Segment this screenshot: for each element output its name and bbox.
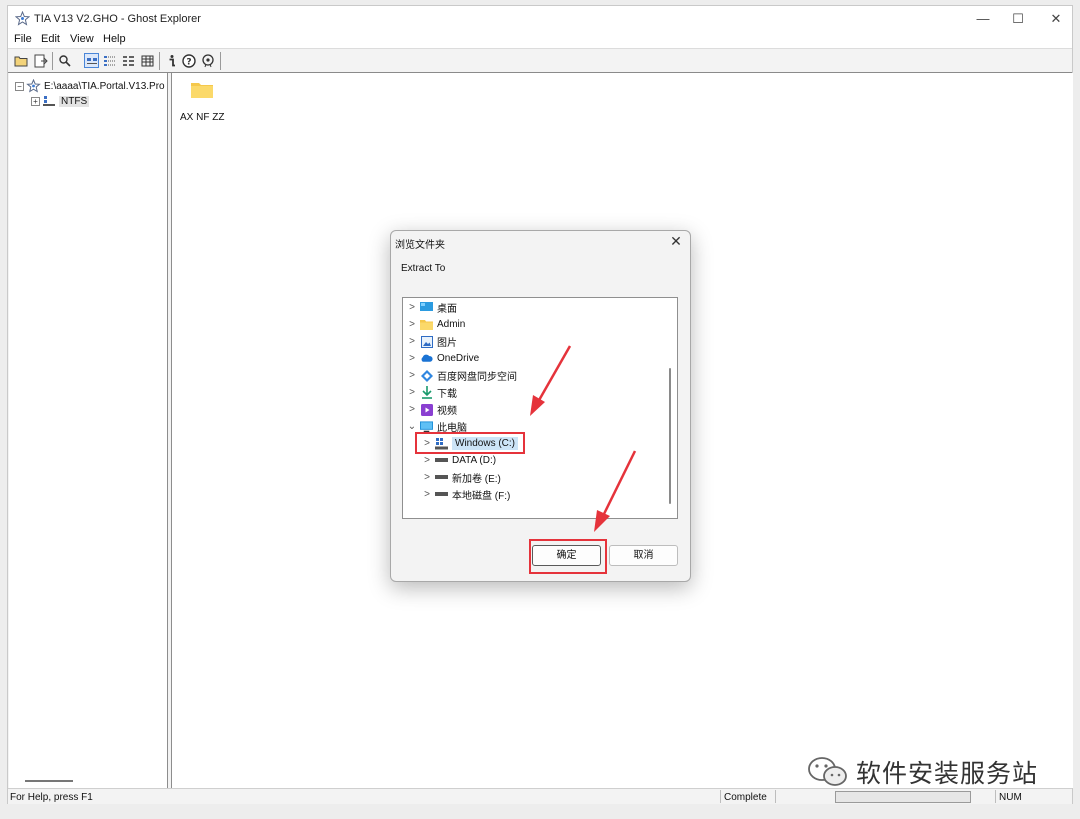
find-icon[interactable] bbox=[57, 53, 72, 68]
dialog-prompt: Extract To bbox=[401, 263, 446, 274]
vertical-scrollbar[interactable] bbox=[669, 368, 671, 504]
wechat-logo-icon bbox=[808, 757, 847, 786]
tree-item-label: 下载 bbox=[437, 389, 457, 400]
dialog-close-button[interactable]: ✕ bbox=[668, 233, 684, 250]
num-lock-indicator: NUM bbox=[999, 792, 1022, 803]
tree-item-drive-e[interactable]: > 新加卷 (E:) bbox=[421, 469, 501, 486]
status-progress-bar bbox=[835, 791, 971, 803]
toolbar-separator bbox=[220, 52, 221, 70]
tree-item-label: DATA (D:) bbox=[452, 455, 497, 466]
tree-item-drive-d[interactable]: > DATA (D:) bbox=[421, 452, 496, 469]
folder-icon bbox=[191, 83, 213, 98]
cancel-button[interactable]: 取消 bbox=[609, 545, 678, 566]
ghost-app-icon bbox=[15, 11, 30, 26]
tree-partition-label: NTFS bbox=[59, 95, 90, 107]
status-state: Complete bbox=[724, 792, 767, 803]
tree-item-desktop[interactable]: > 桌面 bbox=[406, 299, 457, 316]
title-bar: TIA V13 V2.GHO - Ghost Explorer — ☐ ✕ bbox=[8, 6, 1072, 31]
tree-partition-item[interactable]: + NTFS bbox=[31, 94, 90, 108]
extract-icon[interactable] bbox=[33, 53, 48, 68]
tree-item-onedrive[interactable]: > OneDrive bbox=[406, 350, 479, 367]
about-icon[interactable] bbox=[200, 53, 215, 68]
highlight-box-drive-c bbox=[415, 432, 525, 454]
user-folder-icon bbox=[420, 319, 433, 331]
drive-icon bbox=[435, 455, 448, 467]
chevron-right-icon[interactable]: > bbox=[406, 404, 418, 415]
download-icon bbox=[420, 386, 433, 399]
chevron-right-icon[interactable]: > bbox=[406, 353, 418, 364]
folder-tree-pane[interactable]: − E:\aaaa\TIA.Portal.V13.Pro + NTFS bbox=[9, 73, 168, 788]
drive-icon bbox=[435, 489, 448, 501]
collapse-toggle[interactable]: − bbox=[15, 81, 24, 91]
list-icon[interactable] bbox=[121, 53, 136, 68]
video-icon bbox=[420, 403, 433, 416]
chevron-right-icon[interactable]: > bbox=[406, 319, 418, 330]
chevron-right-icon[interactable]: > bbox=[421, 489, 433, 500]
tree-item-baidu-netdisk[interactable]: > 百度网盘同步空间 bbox=[406, 367, 517, 384]
folder-item[interactable]: AX NF ZZ bbox=[180, 81, 224, 123]
large-icons-icon[interactable] bbox=[84, 53, 99, 68]
status-help-text: For Help, press F1 bbox=[10, 792, 93, 803]
menu-edit[interactable]: Edit bbox=[41, 33, 60, 45]
toolbar: ? bbox=[8, 49, 1072, 73]
highlight-box-ok bbox=[529, 539, 607, 574]
window-title: TIA V13 V2.GHO - Ghost Explorer bbox=[34, 13, 201, 25]
chevron-right-icon[interactable]: > bbox=[421, 455, 433, 466]
horizontal-scrollbar[interactable] bbox=[25, 780, 73, 782]
details-icon[interactable] bbox=[140, 53, 155, 68]
menu-file[interactable]: File bbox=[14, 33, 32, 45]
pictures-icon bbox=[420, 335, 433, 348]
annotation-arrow-icon bbox=[530, 345, 572, 416]
open-folder-icon[interactable] bbox=[14, 53, 29, 68]
folder-name: AX NF ZZ bbox=[180, 112, 225, 123]
info-icon[interactable] bbox=[164, 53, 179, 68]
close-button[interactable]: ✕ bbox=[1039, 9, 1073, 29]
this-pc-icon bbox=[420, 420, 433, 433]
expand-toggle[interactable]: + bbox=[31, 96, 40, 106]
chevron-right-icon[interactable]: > bbox=[406, 302, 418, 313]
svg-text:?: ? bbox=[186, 57, 191, 67]
tree-item-label: OneDrive bbox=[437, 353, 480, 364]
tree-root-item[interactable]: − E:\aaaa\TIA.Portal.V13.Pro bbox=[15, 79, 165, 93]
tree-item-label: 本地磁盘 (F:) bbox=[452, 491, 511, 502]
status-separator bbox=[720, 790, 721, 803]
onedrive-icon bbox=[420, 353, 433, 365]
chevron-right-icon[interactable]: > bbox=[406, 387, 418, 398]
tree-item-label: Admin bbox=[437, 319, 466, 330]
tree-item-label: 百度网盘同步空间 bbox=[437, 372, 517, 383]
menu-help[interactable]: Help bbox=[103, 33, 126, 45]
tree-item-label: 新加卷 (E:) bbox=[452, 474, 501, 485]
chevron-right-icon[interactable]: > bbox=[421, 472, 433, 483]
chevron-right-icon[interactable]: > bbox=[406, 336, 418, 347]
chevron-down-icon[interactable]: ⌄ bbox=[406, 421, 418, 432]
toolbar-separator bbox=[159, 52, 160, 70]
tree-item-drive-f[interactable]: > 本地磁盘 (F:) bbox=[421, 486, 510, 503]
help-icon[interactable]: ? bbox=[181, 53, 196, 68]
status-separator bbox=[775, 790, 776, 803]
tree-item-label: 图片 bbox=[437, 338, 457, 349]
desktop-icon bbox=[420, 302, 433, 314]
tree-item-pictures[interactable]: > 图片 bbox=[406, 333, 457, 350]
chevron-right-icon[interactable]: > bbox=[406, 370, 418, 381]
watermark: 软件安装服务站 bbox=[806, 752, 1056, 792]
maximize-button[interactable]: ☐ bbox=[1001, 9, 1035, 29]
tree-item-label: 桌面 bbox=[437, 304, 457, 315]
menu-view[interactable]: View bbox=[70, 33, 94, 45]
tree-item-label: 视频 bbox=[437, 406, 457, 417]
menu-bar: File Edit View Help bbox=[8, 31, 1072, 49]
dialog-title: 浏览文件夹 bbox=[395, 240, 445, 251]
minimize-button[interactable]: — bbox=[966, 9, 1000, 29]
watermark-text: 软件安装服务站 bbox=[856, 759, 1039, 788]
partition-icon bbox=[43, 96, 55, 106]
toolbar-separator bbox=[52, 52, 53, 70]
drive-icon bbox=[435, 472, 448, 484]
ghost-image-icon bbox=[26, 79, 41, 93]
tree-root-label: E:\aaaa\TIA.Portal.V13.Pro bbox=[44, 80, 165, 92]
tree-item-admin[interactable]: > Admin bbox=[406, 316, 465, 333]
small-icons-icon[interactable] bbox=[102, 53, 117, 68]
annotation-arrow-icon bbox=[594, 450, 637, 532]
baidu-netdisk-icon bbox=[420, 369, 433, 382]
tree-item-videos[interactable]: > 视频 bbox=[406, 401, 457, 418]
tree-item-downloads[interactable]: > 下载 bbox=[406, 384, 457, 401]
